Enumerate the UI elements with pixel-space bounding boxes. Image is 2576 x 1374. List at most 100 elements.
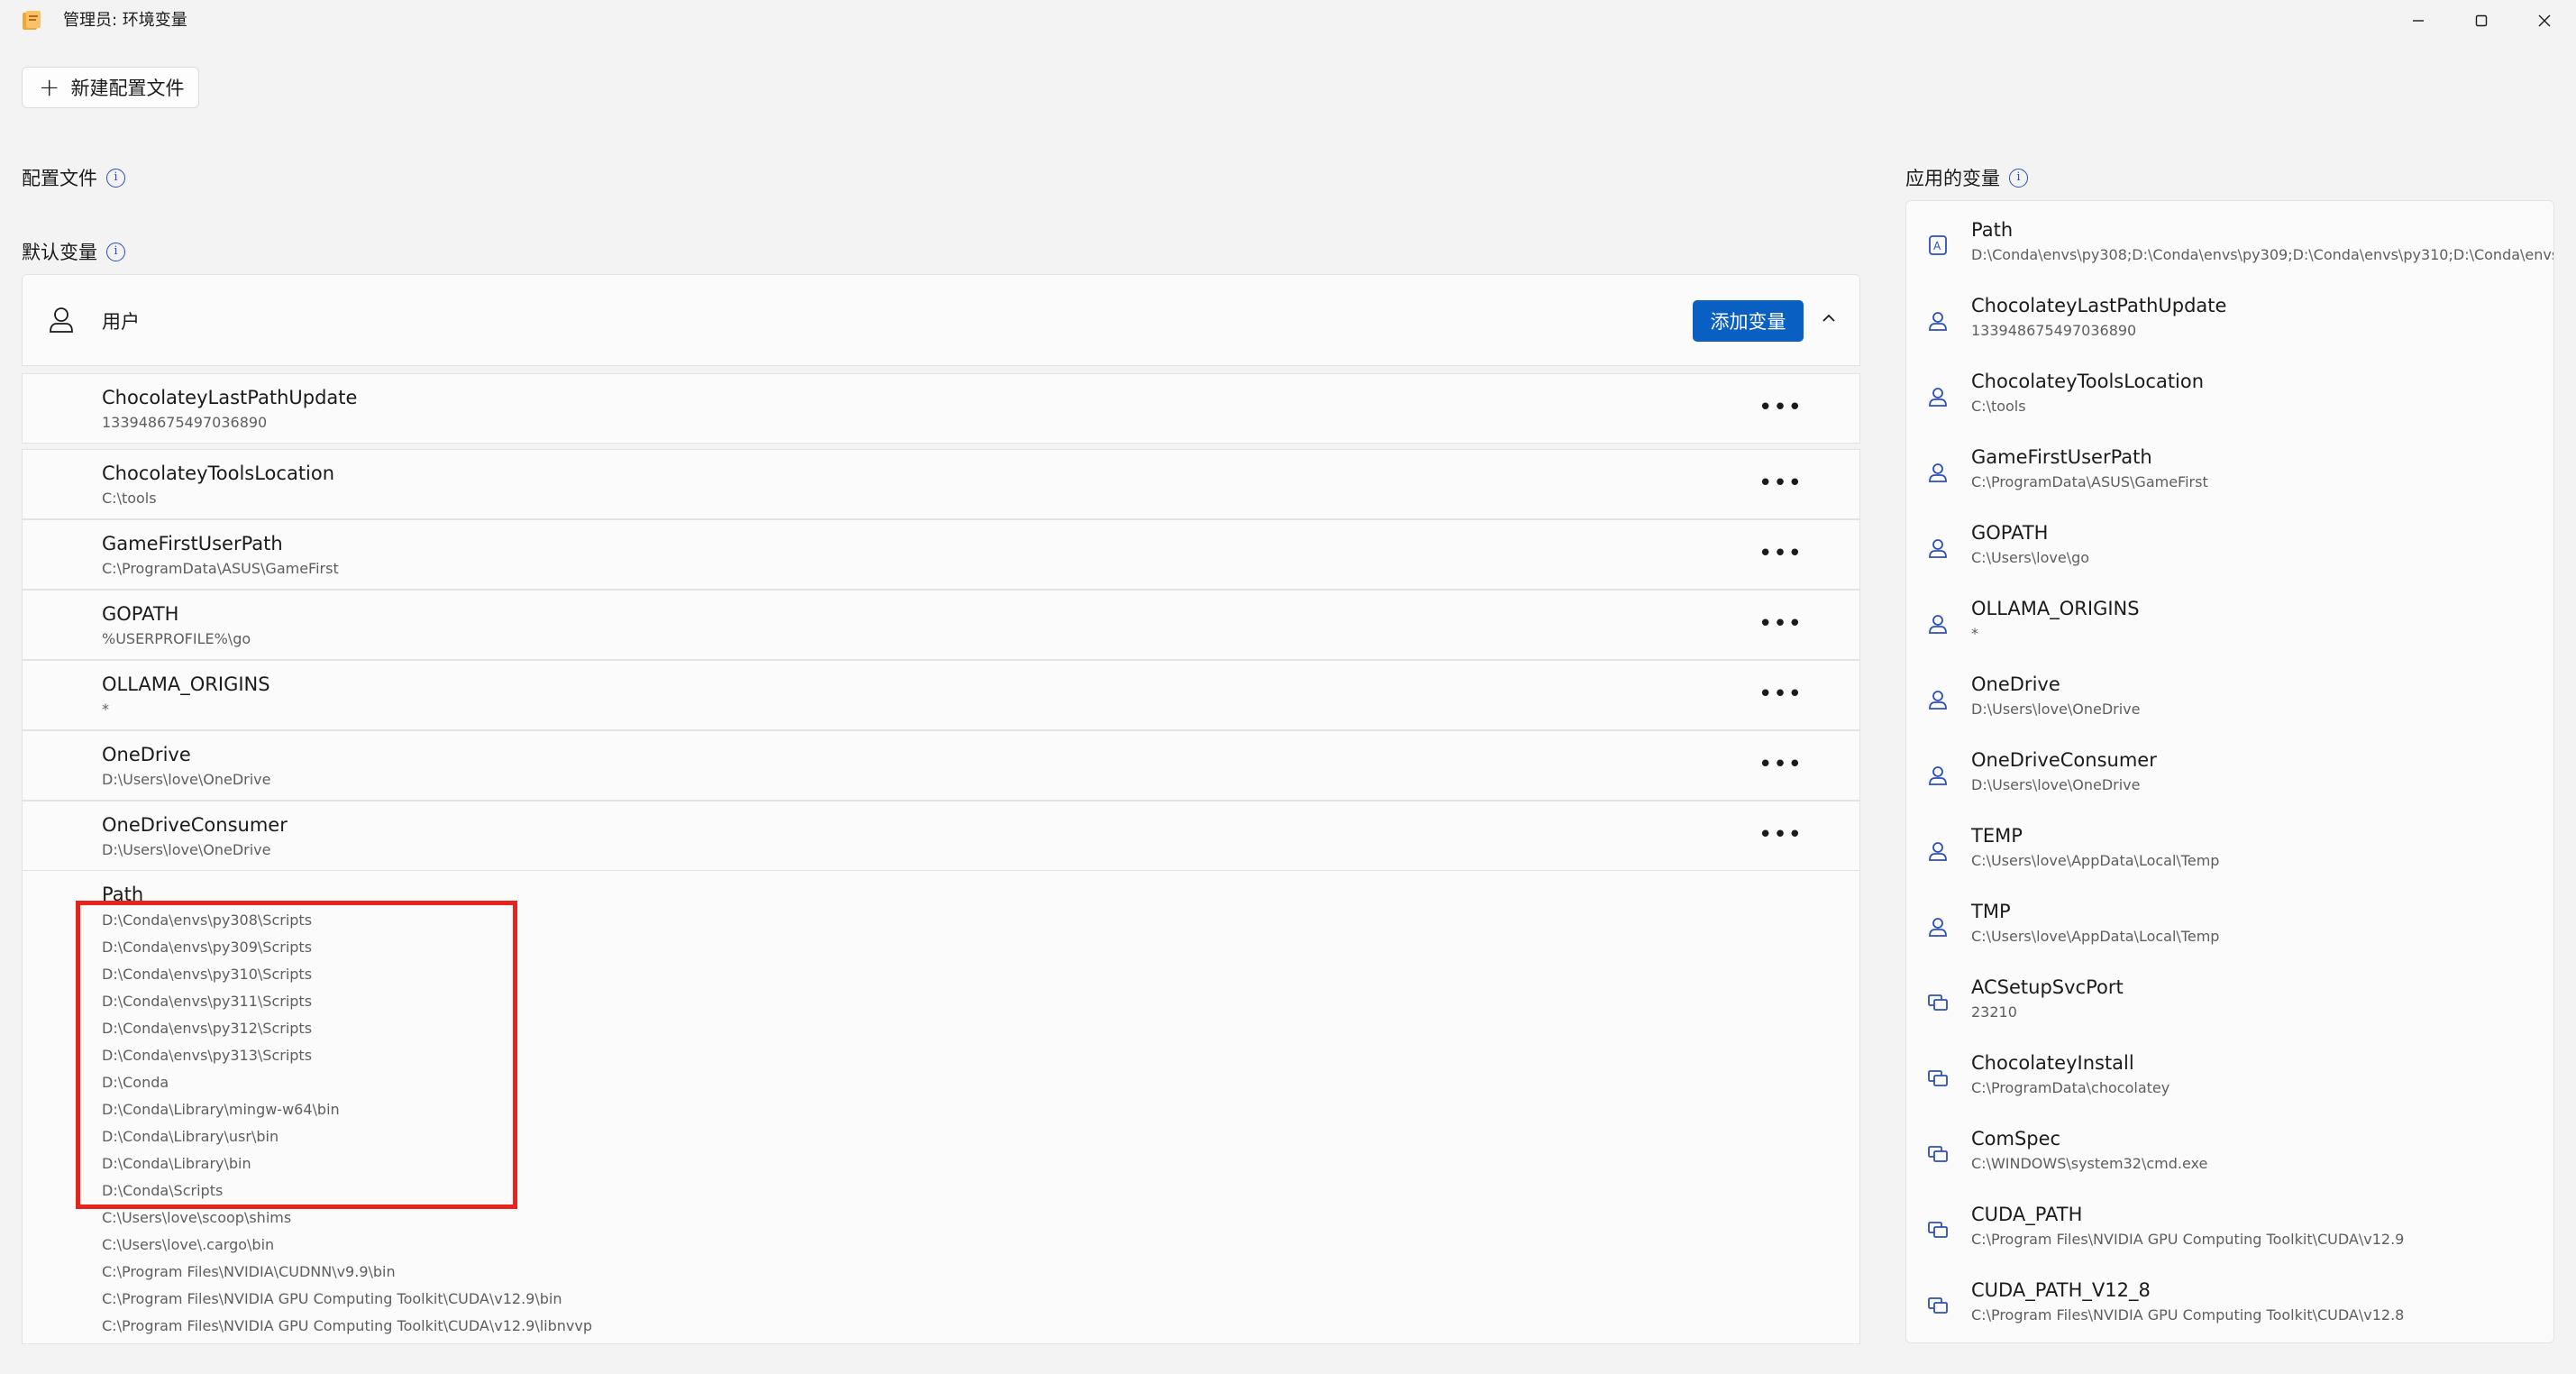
highlight-annotation-box	[76, 901, 517, 1209]
variable-row[interactable]: GOPATH %USERPROFILE%\go •••	[22, 590, 1860, 660]
applied-variable-item[interactable]: ChocolateyLastPathUpdate 1339486754970368…	[1906, 286, 2553, 362]
applied-variable-name: OneDriveConsumer	[1971, 749, 2157, 771]
maximize-button[interactable]	[2450, 0, 2513, 41]
more-options-icon[interactable]: •••	[1758, 753, 1803, 776]
user-icon	[1926, 612, 1950, 636]
system-icon	[1926, 1142, 1950, 1166]
path-entry: C:\Program Files\NVIDIA\CUDNN\v9.9\bin	[102, 1263, 396, 1280]
applied-variable-name: CUDA_PATH_V12_8	[1971, 1279, 2151, 1301]
applied-variable-item[interactable]: CUDA_PATH C:\Program Files\NVIDIA GPU Com…	[1906, 1195, 2553, 1270]
path-entry: C:\Program Files\NVIDIA GPU Computing To…	[102, 1290, 562, 1307]
applied-variable-value: C:\Program Files\NVIDIA GPU Computing To…	[1971, 1231, 2405, 1248]
add-variable-button[interactable]: 添加变量	[1693, 300, 1804, 342]
variable-name: ChocolateyLastPathUpdate	[102, 387, 358, 408]
applied-variable-item[interactable]: GameFirstUserPath C:\ProgramData\ASUS\Gam…	[1906, 437, 2553, 513]
applied-variable-value: C:\Users\love\AppData\Local\Temp	[1971, 928, 2220, 945]
app-icon	[23, 11, 41, 30]
user-icon	[50, 307, 73, 333]
applied-variable-name: ChocolateyInstall	[1971, 1052, 2134, 1074]
variable-value: *	[102, 701, 109, 718]
applied-variable-value: C:\ProgramData\chocolatey	[1971, 1079, 2170, 1096]
user-group-header[interactable]: 用户 添加变量	[22, 274, 1860, 366]
path-entry: C:\Program Files\NVIDIA GPU Computing To…	[102, 1317, 593, 1334]
applied-variable-item[interactable]: CUDA_PATH_V12_8 C:\Program Files\NVIDIA G…	[1906, 1270, 2553, 1342]
applied-variable-item[interactable]: ChocolateyInstall C:\ProgramData\chocolat…	[1906, 1043, 2553, 1119]
variable-row[interactable]: ChocolateyToolsLocation C:\tools •••	[22, 449, 1860, 519]
applied-variable-value: C:\Program Files\NVIDIA GPU Computing To…	[1971, 1306, 2405, 1324]
applied-variable-value: C:\ProgramData\ASUS\GameFirst	[1971, 473, 2208, 490]
minimize-button[interactable]	[2387, 0, 2450, 41]
applied-label: 应用的变量	[1905, 168, 2000, 189]
variable-value: %USERPROFILE%\go	[102, 630, 251, 647]
variable-row[interactable]: OLLAMA_ORIGINS * •••	[22, 660, 1860, 730]
user-icon	[1926, 764, 1950, 787]
variable-value: C:\tools	[102, 490, 157, 507]
info-icon[interactable]: i	[106, 168, 125, 188]
applied-variable-item[interactable]: ChocolateyToolsLocation C:\tools	[1906, 362, 2553, 437]
applied-variable-value: 133948675497036890	[1971, 322, 2137, 339]
applied-variable-name: OneDrive	[1971, 673, 2060, 695]
close-icon	[2538, 14, 2551, 27]
system-icon	[1926, 1294, 1950, 1317]
variable-name: OneDrive	[102, 744, 191, 765]
path-icon: A	[1926, 234, 1950, 257]
variable-name: GOPATH	[102, 603, 179, 625]
variable-row[interactable]: OneDriveConsumer D:\Users\love\OneDrive …	[22, 801, 1860, 871]
applied-variable-item[interactable]: OneDrive D:\Users\love\OneDrive	[1906, 664, 2553, 740]
user-variable-list: ChocolateyLastPathUpdate 133948675497036…	[22, 373, 1860, 871]
system-icon	[1926, 991, 1950, 1014]
chevron-up-icon[interactable]	[1820, 309, 1838, 327]
applied-variable-item[interactable]: A Path D:\Conda\envs\py308;D:\Conda\envs\p…	[1906, 210, 2553, 286]
applied-variable-name: CUDA_PATH	[1971, 1204, 2083, 1225]
minimize-icon	[2413, 20, 2424, 22]
variable-name: OLLAMA_ORIGINS	[102, 673, 270, 695]
variable-value: C:\ProgramData\ASUS\GameFirst	[102, 560, 339, 577]
applied-variable-value: 23210	[1971, 1003, 2017, 1021]
applied-variable-name: ChocolateyToolsLocation	[1971, 371, 2205, 392]
new-profile-button[interactable]: + 新建配置文件	[22, 67, 199, 108]
applied-variable-item[interactable]: OLLAMA_ORIGINS *	[1906, 589, 2553, 664]
applied-variable-item[interactable]: GOPATH C:\Users\love\go	[1906, 513, 2553, 589]
user-icon	[1926, 385, 1950, 408]
user-icon	[1926, 915, 1950, 939]
applied-vars-section-label: 应用的变量 i	[1905, 164, 2028, 191]
applied-variable-value: C:\WINDOWS\system32\cmd.exe	[1971, 1155, 2208, 1172]
applied-variable-item[interactable]: OneDriveConsumer D:\Users\love\OneDrive	[1906, 740, 2553, 816]
profiles-label: 配置文件	[22, 168, 97, 189]
user-group-label: 用户	[102, 311, 140, 333]
applied-variable-name: GameFirstUserPath	[1971, 446, 2152, 468]
user-icon	[1926, 536, 1950, 560]
user-icon	[1926, 461, 1950, 484]
applied-variable-name: OLLAMA_ORIGINS	[1971, 598, 2140, 619]
more-options-icon[interactable]: •••	[1758, 682, 1803, 706]
applied-variable-item[interactable]: ComSpec C:\WINDOWS\system32\cmd.exe	[1906, 1119, 2553, 1195]
close-button[interactable]	[2513, 0, 2576, 41]
info-icon[interactable]: i	[106, 242, 125, 261]
applied-variable-value: C:\Users\love\AppData\Local\Temp	[1971, 852, 2220, 869]
title-bar: 管理员: 环境变量	[0, 0, 2576, 41]
applied-variable-item[interactable]: TEMP C:\Users\love\AppData\Local\Temp	[1906, 816, 2553, 892]
user-icon	[1926, 688, 1950, 711]
info-icon[interactable]: i	[2009, 168, 2028, 188]
applied-variable-value: C:\Users\love\go	[1971, 549, 2090, 566]
svg-text:A: A	[1933, 240, 1941, 252]
user-icon	[1926, 839, 1950, 863]
applied-variable-item[interactable]: TMP C:\Users\love\AppData\Local\Temp	[1906, 892, 2553, 967]
variable-value: D:\Users\love\OneDrive	[102, 841, 271, 858]
more-options-icon[interactable]: •••	[1758, 823, 1803, 847]
maximize-icon	[2475, 14, 2488, 27]
more-options-icon[interactable]: •••	[1758, 396, 1803, 419]
more-options-icon[interactable]: •••	[1758, 612, 1803, 636]
applied-variables-panel: A Path D:\Conda\envs\py308;D:\Conda\envs\p…	[1905, 200, 2554, 1343]
more-options-icon[interactable]: •••	[1758, 472, 1803, 495]
more-options-icon[interactable]: •••	[1758, 542, 1803, 565]
variable-row[interactable]: OneDrive D:\Users\love\OneDrive •••	[22, 730, 1860, 801]
variable-value: 133948675497036890	[102, 414, 268, 431]
variable-name: ChocolateyToolsLocation	[102, 463, 335, 484]
applied-variable-name: TMP	[1971, 901, 2011, 922]
applied-variable-name: ComSpec	[1971, 1128, 2061, 1150]
variable-row[interactable]: GameFirstUserPath C:\ProgramData\ASUS\Ga…	[22, 519, 1860, 590]
profiles-section-label: 配置文件 i	[22, 164, 125, 191]
applied-variable-item[interactable]: ACSetupSvcPort 23210	[1906, 967, 2553, 1043]
variable-row[interactable]: ChocolateyLastPathUpdate 133948675497036…	[22, 373, 1860, 444]
